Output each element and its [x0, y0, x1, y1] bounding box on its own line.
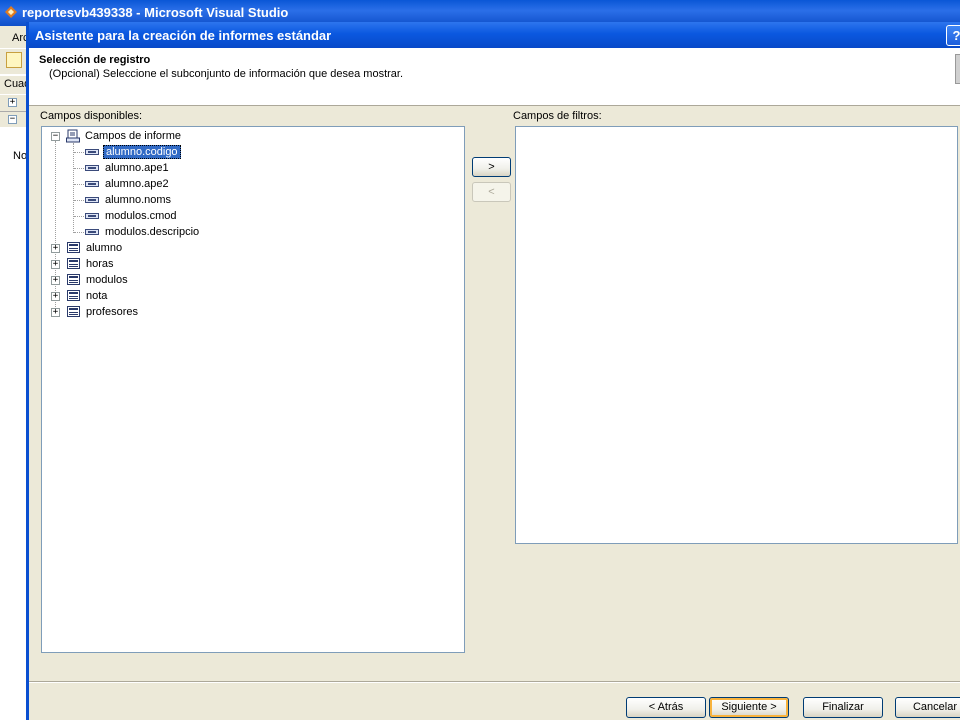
field-icon: [85, 213, 99, 219]
footer-divider: [29, 681, 960, 683]
expand-icon[interactable]: +: [51, 292, 60, 301]
field-icon: [85, 149, 99, 155]
expand-icon[interactable]: +: [51, 260, 60, 269]
tree-field-item[interactable]: alumno.noms: [105, 193, 171, 207]
table-label: alumno: [86, 242, 123, 254]
remove-field-button[interactable]: <: [472, 182, 511, 202]
expand-icon[interactable]: +: [51, 244, 60, 253]
visual-studio-icon: [5, 6, 17, 18]
report-wizard-dialog: Asistente para la creación de informes e…: [26, 22, 960, 720]
tree-field-item[interactable]: modulos.cmod: [105, 209, 177, 223]
table-label: horas: [86, 258, 114, 270]
vs-panel-text: No: [13, 150, 28, 162]
tree-table-alumno[interactable]: alumno: [86, 241, 122, 255]
tree-root-label: Campos de informe: [85, 130, 181, 142]
cancel-button[interactable]: Cancelar: [895, 697, 960, 718]
report-fields-icon: [66, 129, 80, 143]
table-icon: [67, 258, 80, 269]
wizard-header: Selección de registro (Opcional) Selecci…: [29, 48, 960, 106]
available-fields-tree[interactable]: − Campos de informe alumno.codigo alumno…: [41, 126, 465, 653]
tree-table-modulos[interactable]: modulos: [86, 273, 128, 287]
table-icon: [67, 274, 80, 285]
tree-table-horas[interactable]: horas: [86, 257, 114, 271]
next-button[interactable]: Siguiente >: [709, 697, 789, 718]
tree-line: [74, 232, 84, 233]
vs-window-title: reportesvb439338 - Microsoft Visual Stud…: [22, 5, 289, 20]
tree-line: [73, 143, 74, 233]
help-button[interactable]: ?: [946, 25, 960, 46]
tree-field-item[interactable]: alumno.ape2: [105, 177, 169, 191]
back-button[interactable]: < Atrás: [626, 697, 706, 718]
table-icon: [67, 290, 80, 301]
step-title: Selección de registro: [39, 54, 151, 66]
field-icon: [85, 229, 99, 235]
field-label: modulos.cmod: [105, 210, 177, 222]
field-label: alumno.ape1: [105, 162, 169, 174]
tree-line: [55, 141, 56, 313]
table-label: modulos: [86, 274, 128, 286]
field-label: alumno.noms: [105, 194, 172, 206]
tree-field-item[interactable]: modulos.descripcio: [105, 225, 199, 239]
field-icon: [85, 197, 99, 203]
tree-table-nota[interactable]: nota: [86, 289, 107, 303]
field-label: modulos.descripcio: [105, 226, 200, 238]
table-label: profesores: [86, 306, 138, 318]
expand-icon[interactable]: +: [8, 98, 17, 107]
field-icon: [85, 181, 99, 187]
filter-fields-label: Campos de filtros:: [513, 110, 602, 122]
dialog-title: Asistente para la creación de informes e…: [35, 28, 332, 43]
wizard-header-icon: [955, 54, 960, 84]
table-icon: [67, 242, 80, 253]
tree-line: [74, 200, 84, 201]
table-label: nota: [86, 290, 108, 302]
field-label: alumno.ape2: [105, 178, 169, 190]
tree-line: [74, 216, 84, 217]
tree-line: [74, 152, 84, 153]
table-icon: [67, 306, 80, 317]
finish-button[interactable]: Finalizar: [803, 697, 883, 718]
tree-field-item[interactable]: alumno.ape1: [105, 161, 169, 175]
tree-line: [74, 184, 84, 185]
step-subtitle: (Opcional) Seleccione el subconjunto de …: [49, 68, 404, 80]
new-file-icon[interactable]: [6, 52, 22, 68]
tree-table-profesores[interactable]: profesores: [86, 305, 138, 319]
tree-field-item[interactable]: alumno.codigo: [103, 145, 181, 159]
dialog-titlebar[interactable]: Asistente para la creación de informes e…: [29, 22, 960, 48]
collapse-icon[interactable]: −: [8, 115, 17, 124]
available-fields-label: Campos disponibles:: [40, 110, 143, 122]
field-label-selected: alumno.codigo: [103, 145, 181, 159]
tree-line: [74, 168, 84, 169]
add-field-button[interactable]: >: [472, 157, 511, 177]
tree-root-campos-de-informe[interactable]: Campos de informe: [85, 129, 181, 143]
field-icon: [85, 165, 99, 171]
filter-fields-list[interactable]: [515, 126, 958, 544]
expand-icon[interactable]: +: [51, 276, 60, 285]
collapse-icon[interactable]: −: [51, 132, 60, 141]
expand-icon[interactable]: +: [51, 308, 60, 317]
